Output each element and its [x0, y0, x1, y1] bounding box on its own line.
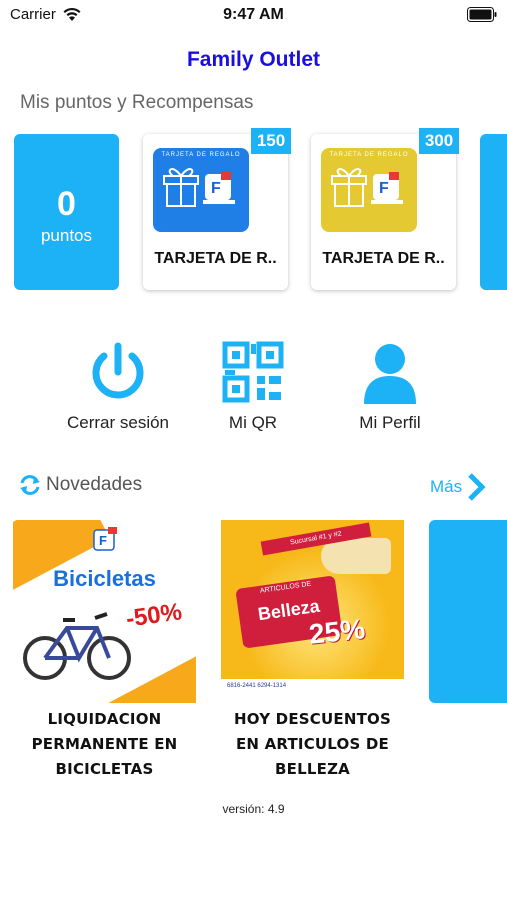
points-value: 0 [57, 185, 76, 223]
rewards-section-title: Mis puntos y Recompensas [20, 92, 254, 113]
status-bar: Carrier 9:47 AM [0, 0, 507, 30]
svg-text:F: F [99, 533, 107, 548]
news-section-title: Novedades [46, 474, 143, 495]
power-icon [92, 342, 144, 399]
gift-card-title: TARJETA DE REGALO [329, 152, 409, 158]
gift-box-icon [163, 168, 199, 207]
svg-text:F: F [379, 180, 389, 197]
more-label: Más [430, 477, 463, 496]
reward-card[interactable]: 150 TARJETA DE REGALO F TARJETA DE R.. [143, 128, 291, 290]
store-logo-icon: F [93, 527, 117, 551]
gift-card-image: TARJETA DE REGALO F [321, 148, 417, 232]
qr-code-icon [222, 341, 284, 403]
gift-card-image: TARJETA DE REGALO F [153, 148, 249, 232]
my-profile-button[interactable]: Mi Perfil [325, 340, 455, 433]
gift-card-title: TARJETA DE REGALO [161, 152, 241, 158]
more-news-link[interactable]: Más [430, 472, 486, 502]
reward-name: TARJETA DE R.. [154, 250, 277, 267]
partial-reward-card[interactable] [480, 134, 507, 290]
refresh-icon[interactable] [19, 474, 41, 496]
partial-news-card[interactable] [429, 520, 507, 703]
hair-dryer-icon [321, 538, 391, 574]
chevron-right-icon [468, 473, 486, 501]
news-card[interactable]: Sucursal #1 y #2 ARTICULOS DE Belleza 25… [221, 520, 404, 782]
my-qr-label: Mi QR [228, 413, 278, 432]
user-icon [364, 344, 416, 404]
news-image-discount: 25% [307, 613, 367, 650]
reward-card[interactable]: 300 TARJETA DE REGALO F TARJETA DE R.. [311, 128, 459, 290]
points-label: puntos [40, 226, 93, 245]
news-image: F Bicicletas -50% [13, 520, 196, 703]
news-image-phones: 6816-2441 6294-1314 [221, 679, 404, 703]
logout-label: Cerrar sesión [66, 413, 170, 432]
quick-actions: Cerrar sesión Mi QR Mi Perfil [0, 340, 507, 440]
news-caption: HOY DESCUENTOS EN ARTICULOS DE BELLEZA [234, 710, 391, 778]
news-image-discount: -50% [124, 598, 184, 633]
logout-button[interactable]: Cerrar sesión [53, 340, 183, 433]
news-caption: LIQUIDACION PERMANENTE EN BICICLETAS [31, 710, 178, 778]
clock: 9:47 AM [223, 6, 284, 23]
app-title: Family Outlet [186, 48, 321, 71]
my-profile-label: Mi Perfil [359, 413, 421, 432]
news-card[interactable]: F Bicicletas -50% LIQUIDACION PERMANENTE… [13, 520, 196, 782]
svg-text:F: F [211, 180, 221, 197]
reward-cost-badge: 150 [251, 128, 291, 154]
my-qr-button[interactable]: Mi QR [188, 340, 318, 433]
reward-cost-badge: 300 [419, 128, 459, 154]
reward-name: TARJETA DE R.. [322, 250, 445, 267]
gift-box-icon [331, 168, 367, 207]
news-image: Sucursal #1 y #2 ARTICULOS DE Belleza 25… [221, 520, 404, 703]
rewards-carousel[interactable]: 0 puntos 150 TARJETA DE REGALO F TARJETA… [0, 128, 507, 298]
app-version: versión: 4.9 [222, 802, 285, 816]
points-card[interactable]: 0 puntos [14, 134, 119, 290]
news-image-headline: Bicicletas [53, 566, 156, 591]
store-logo-icon: F [371, 172, 403, 204]
bicycle-icon [23, 612, 131, 680]
battery-icon [467, 7, 497, 22]
store-logo-icon: F [203, 172, 235, 204]
